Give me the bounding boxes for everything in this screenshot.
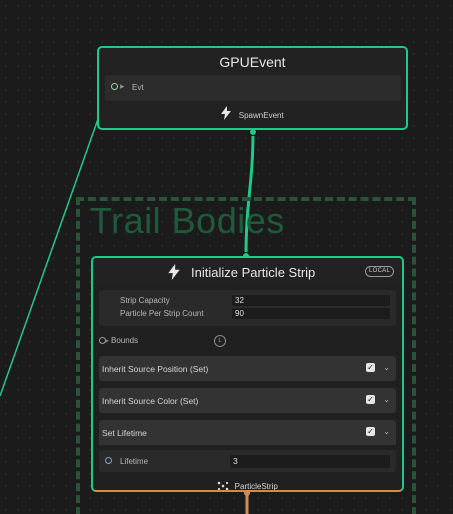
spawn-event-label: SpawnEvent: [238, 111, 284, 120]
block-set-lifetime[interactable]: Set Lifetime ✓ ⌄: [99, 420, 396, 445]
chevron-down-icon[interactable]: ⌄: [383, 363, 390, 372]
particle-strip-icon: [217, 481, 229, 490]
vfx-graph-canvas[interactable]: Trail Bodies GPUEvent ▸ Evt SpawnEvent I…: [0, 0, 453, 514]
particle-strip-label: ParticleStrip: [234, 482, 278, 491]
block-inherit-source-color[interactable]: Inherit Source Color (Set) ✓ ⌄: [99, 388, 396, 413]
flag-icon: ▸: [120, 81, 125, 91]
gpu-event-node[interactable]: GPUEvent ▸ Evt SpawnEvent: [97, 46, 408, 130]
lifetime-field[interactable]: 3: [230, 455, 390, 468]
bounds-row[interactable]: ▸ Bounds L: [93, 333, 402, 349]
bounds-label: Bounds: [111, 336, 139, 345]
check-icon[interactable]: ✓: [366, 395, 375, 404]
strip-capacity-label: Strip Capacity: [120, 296, 170, 305]
particle-per-strip-label: Particle Per Strip Count: [120, 309, 204, 318]
evt-port-icon[interactable]: [111, 83, 118, 90]
block-inherit-source-position[interactable]: Inherit Source Position (Set) ✓ ⌄: [99, 356, 396, 381]
check-icon[interactable]: ✓: [366, 363, 375, 372]
block-label: Inherit Source Color (Set): [102, 396, 199, 406]
port-circle-icon[interactable]: [105, 457, 112, 464]
settings-panel: Strip Capacity 32 Particle Per Strip Cou…: [99, 290, 396, 326]
lifetime-row: Lifetime 3: [99, 450, 396, 472]
gpu-event-footer: SpawnEvent: [99, 106, 406, 126]
strip-capacity-field[interactable]: 32: [232, 295, 390, 306]
block-label: Set Lifetime: [102, 428, 147, 438]
expand-arrow-icon[interactable]: ▸: [105, 336, 109, 345]
init-node-title: Initialize Particle Strip: [191, 265, 316, 280]
chevron-down-icon[interactable]: ⌄: [383, 427, 390, 436]
block-label: Inherit Source Position (Set): [102, 364, 209, 374]
lightning-bolt-icon: [221, 106, 232, 120]
evt-port-label: Evt: [132, 83, 144, 92]
space-badge[interactable]: LOCAL: [365, 266, 395, 277]
evt-port-row: ▸ Evt: [105, 75, 401, 101]
lightning-bolt-icon: [168, 264, 180, 280]
space-toggle-icon[interactable]: L: [214, 335, 226, 347]
gpu-event-title: GPUEvent: [219, 54, 286, 70]
particle-per-strip-field[interactable]: 90: [232, 308, 390, 319]
initialize-particle-strip-node[interactable]: Initialize Particle Strip LOCAL Strip Ca…: [91, 256, 404, 492]
chevron-down-icon[interactable]: ⌄: [383, 395, 390, 404]
init-node-footer: ParticleStrip: [93, 476, 402, 491]
check-icon[interactable]: ✓: [366, 427, 375, 436]
lifetime-label: Lifetime: [120, 457, 149, 466]
group-title[interactable]: Trail Bodies: [90, 200, 285, 242]
init-node-header[interactable]: Initialize Particle Strip LOCAL: [93, 258, 402, 286]
